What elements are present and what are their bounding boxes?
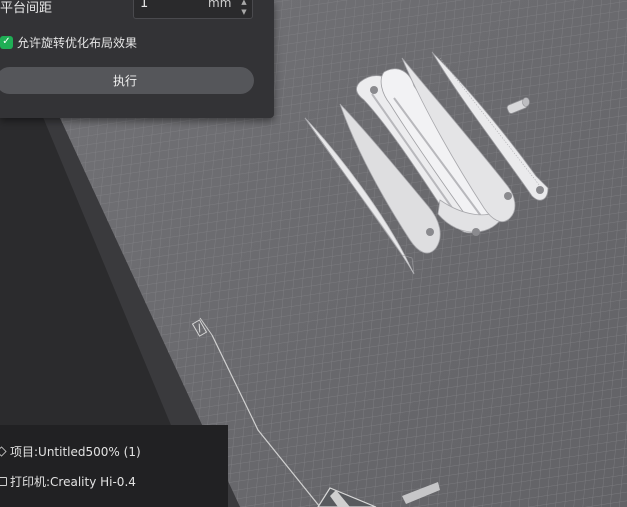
plate-spacing-unit: mm (208, 0, 232, 10)
allow-rotation-option[interactable]: ✓ 允许旋转优化布局效果 (0, 34, 137, 50)
arrange-panel: 平台间距 1 mm ▲ ▼ ✓ 允许旋转优化布局效果 执行 (0, 0, 274, 118)
plate-spacing-value[interactable]: 1 (140, 0, 148, 11)
check-icon: ✓ (2, 36, 11, 47)
allow-rotation-checkbox[interactable]: ✓ (0, 35, 13, 49)
printer-info: 打印机:Creality Hi-0.4 (0, 472, 136, 490)
allow-rotation-label: 允许旋转优化布局效果 (17, 35, 138, 50)
run-button[interactable]: 执行 (0, 67, 254, 94)
spin-down-icon[interactable]: ▼ (236, 6, 252, 17)
printer-name: 打印机:Creality Hi-0.4 (10, 474, 136, 489)
plate-spacing-input[interactable]: 1 mm ▲ ▼ (133, 0, 253, 19)
info-panel: 项目:Untitled500% (1) 打印机:Creality Hi-0.4 (0, 425, 228, 507)
cube-icon (0, 445, 7, 457)
project-name: 项目:Untitled500% (1) (10, 444, 141, 459)
project-info: 项目:Untitled500% (1) (0, 442, 141, 460)
plate-spacing-label: 平台间距 (0, 1, 53, 16)
printer-icon (0, 475, 7, 487)
